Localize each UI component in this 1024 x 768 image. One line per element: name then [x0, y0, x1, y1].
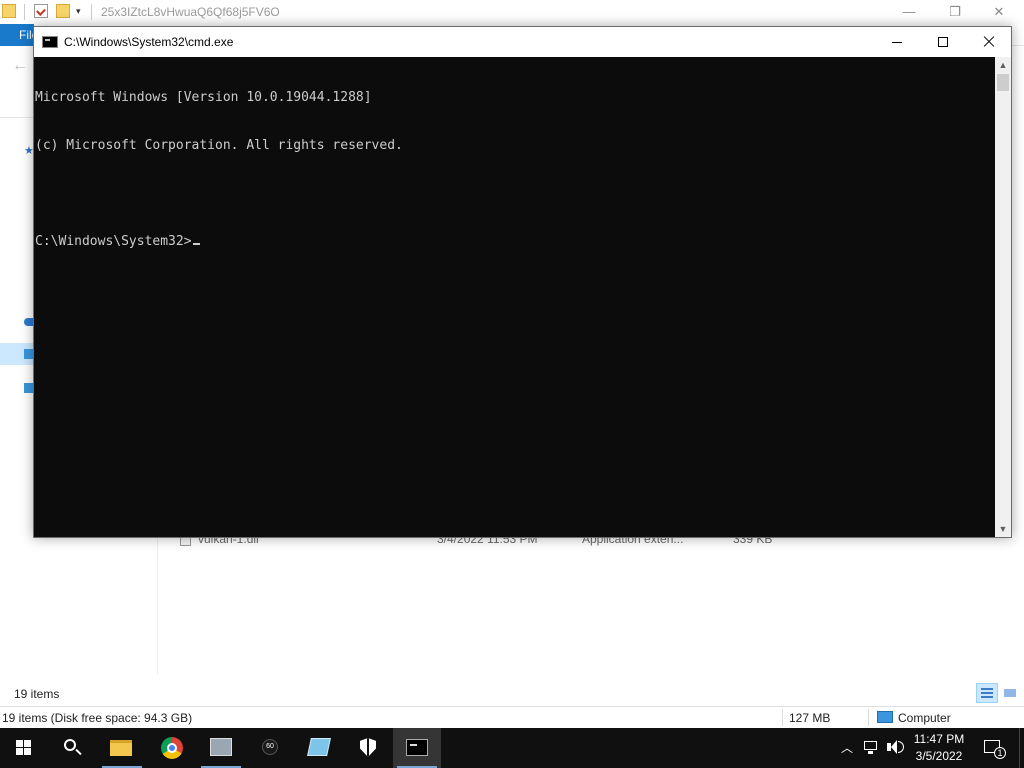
maximize-button[interactable]: [920, 27, 966, 57]
clock-time: 11:47 PM: [913, 732, 965, 746]
app-icon: [210, 738, 232, 756]
minimize-button[interactable]: [874, 27, 920, 57]
show-desktop-button[interactable]: [1019, 728, 1024, 768]
clock[interactable]: 11:47 PM 3/5/2022: [908, 731, 970, 765]
console-line: Microsoft Windows [Version 10.0.19044.12…: [35, 90, 372, 105]
explorer-minimize-button[interactable]: —: [886, 2, 932, 22]
toolbar-divider: [24, 4, 25, 20]
status-separator: [782, 709, 783, 726]
explorer-titlebar: ▾ 25x3IZtcL8vHwuaQ6Qf68j5FV6O — ❐ ✕: [0, 0, 1024, 24]
scrollbar-thumb[interactable]: [997, 74, 1009, 91]
console-output[interactable]: Microsoft Windows [Version 10.0.19044.12…: [34, 57, 995, 537]
folder-icon[interactable]: [2, 4, 16, 18]
toolbar-divider: [91, 4, 92, 20]
vertical-scrollbar[interactable]: ▲ ▼: [995, 57, 1011, 537]
large-icons-view-icon[interactable]: [999, 683, 1021, 703]
cmd-icon[interactable]: [42, 36, 58, 48]
computer-icon: [877, 711, 893, 723]
notification-count: 1: [994, 747, 1006, 759]
app-icon: 60: [262, 739, 278, 755]
cmd-window[interactable]: C:\Windows\System32\cmd.exe Microsoft Wi…: [33, 26, 1012, 538]
network-icon[interactable]: [862, 728, 880, 768]
taskbar-cmd[interactable]: [393, 728, 441, 768]
notification-icon[interactable]: 1: [982, 738, 1006, 759]
clock-date: 3/5/2022: [915, 749, 963, 763]
taskbar-file-explorer[interactable]: [98, 728, 146, 768]
start-button[interactable]: [0, 728, 48, 768]
location-label: Computer: [898, 711, 951, 725]
prompt-text: C:\Windows\System32>: [35, 234, 192, 249]
details-view-icon[interactable]: [976, 683, 998, 703]
maximize-icon: [938, 37, 948, 47]
explorer-restore-button[interactable]: ❐: [932, 2, 978, 22]
taskbar-app[interactable]: [295, 728, 343, 768]
customize-toolbar-icon[interactable]: ▾: [76, 6, 81, 17]
back-arrow-icon[interactable]: ←: [12, 57, 28, 75]
disk-status: 19 items (Disk free space: 94.3 GB): [2, 711, 193, 725]
tab-file[interactable]: File: [0, 24, 34, 46]
status-separator: [868, 709, 869, 726]
taskbar-app[interactable]: [197, 728, 245, 768]
scroll-down-icon[interactable]: ▼: [995, 521, 1011, 537]
scroll-up-icon[interactable]: ▲: [995, 57, 1011, 73]
items-count: 19 items: [14, 687, 60, 701]
cmd-title: C:\Windows\System32\cmd.exe: [64, 35, 234, 49]
close-button[interactable]: [966, 27, 1012, 57]
pane-divider: [157, 538, 158, 674]
show-hidden-icons-chevron-icon[interactable]: ︿: [838, 728, 856, 768]
taskbar-security[interactable]: [344, 728, 392, 768]
minimize-icon: [892, 42, 902, 43]
properties-icon[interactable]: [34, 4, 48, 18]
console-line: (c) Microsoft Corporation. All rights re…: [35, 138, 403, 153]
volume-icon[interactable]: [885, 728, 905, 768]
file-explorer-icon: [110, 740, 132, 756]
cmd-icon: [406, 739, 428, 756]
explorer-title: 25x3IZtcL8vHwuaQ6Qf68j5FV6O: [101, 5, 280, 19]
search-icon: [64, 739, 76, 751]
chrome-icon: [161, 737, 183, 759]
new-folder-icon[interactable]: [56, 4, 70, 18]
app-icon: [307, 738, 331, 756]
taskbar-chrome[interactable]: [148, 728, 196, 768]
selection-size: 127 MB: [789, 711, 831, 725]
search-button[interactable]: [48, 728, 96, 768]
details-status-bar: 19 items (Disk free space: 94.3 GB) 127 …: [0, 707, 1024, 728]
text-cursor: [192, 243, 200, 245]
prompt-line[interactable]: C:\Windows\System32>: [35, 234, 995, 250]
explorer-close-button[interactable]: ✕: [976, 2, 1022, 22]
taskbar: 60 ︿ 11:47 PM 3/5/2022 1: [0, 728, 1024, 768]
cmd-titlebar[interactable]: C:\Windows\System32\cmd.exe: [34, 27, 1011, 57]
windows-logo-icon: [16, 740, 32, 756]
shield-icon: [360, 738, 376, 757]
taskbar-app[interactable]: 60: [246, 728, 294, 768]
